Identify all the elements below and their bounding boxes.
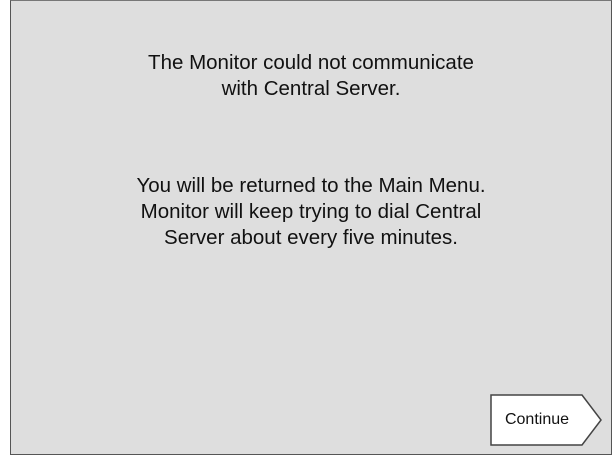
info-message-line: You will be returned to the Main Menu. — [136, 174, 486, 197]
message-screen: The Monitor could not communicate with C… — [10, 0, 612, 455]
info-message: You will be returned to the Main Menu. M… — [11, 173, 611, 251]
error-message-line: The Monitor could not communicate — [148, 51, 474, 74]
error-message: The Monitor could not communicate with C… — [11, 50, 611, 102]
continue-button-label: Continue — [504, 411, 570, 428]
info-message-line: Server about every five minutes. — [164, 226, 458, 249]
continue-button[interactable]: Continue — [490, 394, 602, 446]
info-message-line: Monitor will keep trying to dial Central — [140, 200, 482, 223]
error-message-line: with Central Server. — [221, 77, 401, 100]
